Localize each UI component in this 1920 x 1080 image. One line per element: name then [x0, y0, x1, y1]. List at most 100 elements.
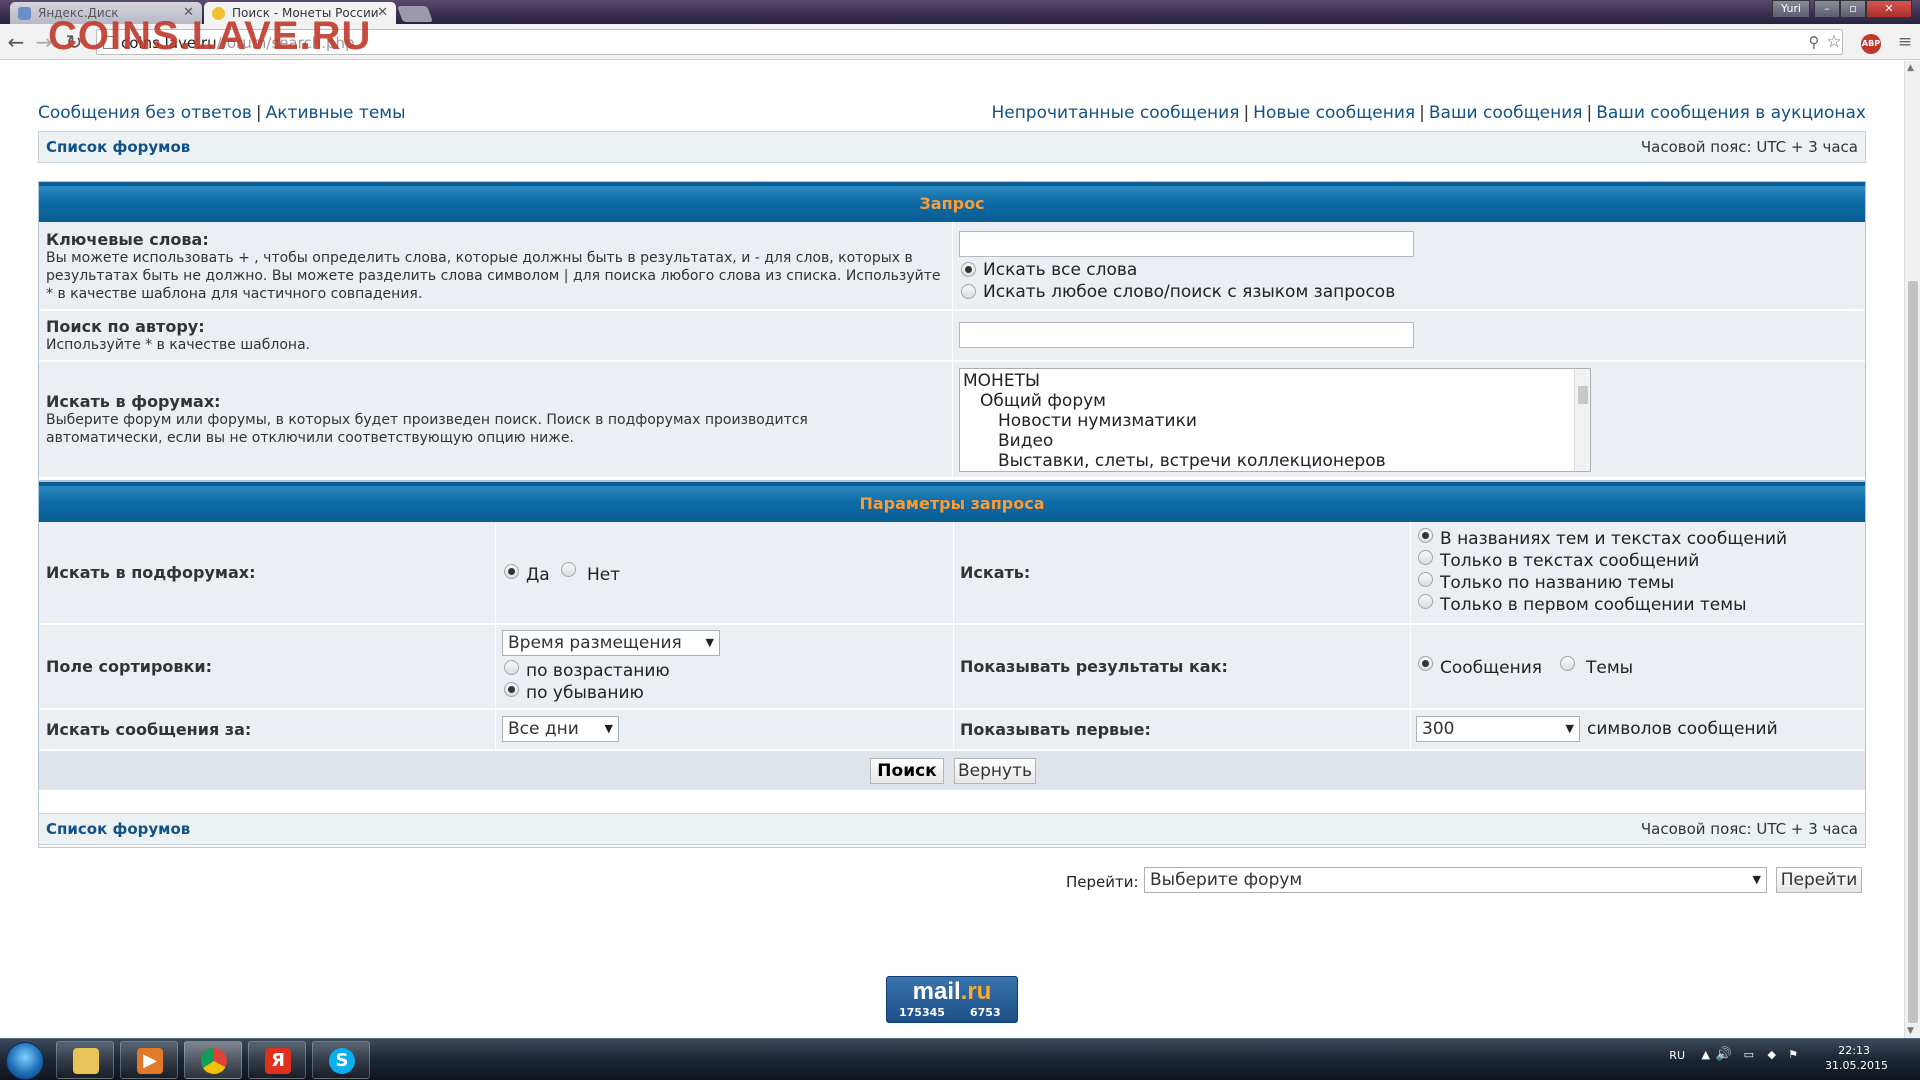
quick-links-right: Непрочитанные сообщения | Новые сообщения |… — [991, 103, 1866, 123]
forum-option[interactable]: Выставки, слеты, встречи коллекционеров — [963, 451, 1587, 471]
link-your-posts[interactable]: Ваши сообщения — [1429, 103, 1583, 123]
period-select[interactable]: Все дни ▼ — [502, 716, 619, 742]
sort-label-cell: Поле сортировки: — [39, 625, 496, 708]
volume-icon[interactable]: 🔊 — [1716, 1047, 1732, 1062]
show-posts-radio[interactable] — [1418, 656, 1433, 671]
forum-listbox[interactable]: МОНЕТЫ Общий форум Новости нумизматики В… — [959, 368, 1591, 472]
link-unanswered[interactable]: Сообщения без ответов — [38, 103, 252, 123]
language-indicator[interactable]: RU — [1669, 1049, 1685, 1062]
terms-any-radio[interactable] — [961, 284, 976, 299]
maximize-button[interactable]: ▫ — [1840, 0, 1866, 18]
new-tab-button[interactable] — [397, 6, 433, 22]
search-in-radio-titles-and-text[interactable] — [1418, 528, 1433, 543]
search-in-radio-first-post[interactable] — [1418, 594, 1433, 609]
forums-desc: Выберите форум или форумы, в которых буд… — [46, 412, 808, 446]
sort-field-select[interactable]: Время размещения ▼ — [502, 630, 720, 656]
sort-desc-label: по убыванию — [526, 683, 644, 703]
keywords-label-cell: Ключевые слова: Вы можете использовать +… — [39, 222, 953, 309]
scroll-down-icon[interactable]: ▼ — [1907, 1026, 1914, 1036]
forum-option[interactable]: Общий форум — [963, 391, 1587, 411]
link-unread[interactable]: Непрочитанные сообщения — [991, 103, 1239, 123]
chevron-down-icon: ▼ — [1752, 873, 1761, 886]
search-in-radio-titles-only[interactable] — [1418, 572, 1433, 587]
network-icon[interactable]: ▭ — [1744, 1048, 1754, 1061]
listbox-scrollbar[interactable] — [1574, 369, 1590, 471]
show-topics-radio[interactable] — [1560, 656, 1575, 671]
chevron-down-icon: ▼ — [705, 636, 714, 649]
taskbar-explorer[interactable] — [56, 1041, 114, 1079]
author-label: Поиск по автору: — [46, 317, 205, 336]
adblock-icon[interactable]: ABP — [1861, 34, 1881, 54]
scroll-thumb[interactable] — [1908, 281, 1918, 1023]
period-label-cell: Искать сообщения за: — [39, 710, 496, 749]
terms-any-label: Искать любое слово/поиск с языком запрос… — [983, 282, 1396, 302]
link-your-auction-posts[interactable]: Ваши сообщения в аукционах — [1596, 103, 1866, 123]
forum-list-link[interactable]: Список форумов — [46, 138, 190, 156]
search-in-option: В названиях тем и текстах сообщений — [1440, 529, 1788, 549]
jump-forum-select[interactable]: Выберите форум ▼ — [1144, 867, 1767, 893]
separator: | — [1243, 103, 1250, 123]
link-new-posts[interactable]: Новые сообщения — [1253, 103, 1415, 123]
jump-button[interactable]: Перейти — [1776, 867, 1862, 893]
author-input[interactable] — [959, 322, 1414, 348]
sort-label: Поле сортировки: — [46, 657, 212, 676]
terms-all-label: Искать все слова — [983, 260, 1138, 280]
play-icon: ▶ — [137, 1048, 163, 1074]
separator: | — [255, 103, 262, 123]
scroll-thumb[interactable] — [1578, 386, 1588, 404]
show-posts-label: Сообщения — [1440, 658, 1543, 678]
column-divider — [1410, 710, 1411, 749]
profile-button[interactable]: Yuri — [1772, 0, 1810, 18]
forums-label: Искать в форумах: — [46, 392, 221, 411]
keywords-input[interactable] — [959, 231, 1414, 257]
forum-option[interactable]: МОНЕТЫ — [963, 371, 1587, 391]
scroll-up-icon[interactable]: ▲ — [1907, 63, 1914, 73]
clock-time[interactable]: 22:13 — [1838, 1044, 1870, 1057]
yandex-icon: Я — [265, 1048, 291, 1074]
subforums-yes-radio[interactable] — [504, 564, 519, 579]
taskbar-media-player[interactable]: ▶ — [120, 1041, 178, 1079]
period-label: Искать сообщения за: — [46, 720, 252, 739]
forum-list-link[interactable]: Список форумов — [46, 820, 190, 838]
search-in-option: Только в текстах сообщений — [1440, 551, 1700, 571]
menu-icon[interactable]: ≡ — [1894, 31, 1916, 53]
dropbox-icon[interactable]: ◆ — [1768, 1048, 1776, 1061]
close-tab-icon[interactable]: ✕ — [377, 2, 388, 24]
mailru-counter[interactable]: mail.ru 175345 6753 — [886, 976, 1018, 1023]
windows-taskbar: ▶ Я S RU ▲ 🔊 ▭ ◆ ⚑ 22:13 31.05.2015 — [0, 1038, 1920, 1080]
forum-option[interactable]: Видео — [963, 431, 1587, 451]
back-arrow-icon[interactable]: ← — [4, 30, 28, 54]
sort-desc-radio[interactable] — [504, 682, 519, 697]
sort-row: Поле сортировки: Время размещения ▼ по в… — [39, 625, 1865, 709]
forum-option[interactable]: Новости нумизматики — [963, 411, 1587, 431]
reset-button[interactable]: Вернуть — [954, 758, 1036, 784]
sort-asc-radio[interactable] — [504, 660, 519, 675]
action-center-flag-icon[interactable]: ⚑ — [1788, 1048, 1798, 1061]
zoom-icon[interactable]: ⚲ — [1803, 31, 1825, 53]
params-panel: Параметры запроса Искать в подфорумах: Д… — [38, 481, 1866, 848]
page-scrollbar[interactable]: ▲ ▼ — [1904, 61, 1920, 1038]
timezone-text: Часовой пояс: UTC + 3 часа — [1640, 820, 1858, 838]
minimize-button[interactable]: – — [1814, 0, 1840, 18]
period-value: Все дни — [508, 719, 579, 739]
taskbar-skype[interactable]: S — [312, 1041, 370, 1079]
yandex-disk-favicon-icon — [18, 7, 31, 20]
folder-icon — [73, 1048, 99, 1074]
close-window-button[interactable]: ✕ — [1866, 0, 1912, 18]
submit-row: Поиск Вернуть — [39, 751, 1865, 791]
terms-all-radio[interactable] — [961, 262, 976, 277]
bookmark-star-icon[interactable]: ☆ — [1823, 31, 1845, 53]
keywords-desc: Вы можете использовать + , чтобы определ… — [46, 250, 941, 302]
link-active-topics[interactable]: Активные темы — [266, 103, 406, 123]
subforums-no-radio[interactable] — [561, 562, 576, 577]
query-header: Запрос — [39, 182, 1865, 222]
start-button[interactable] — [6, 1042, 44, 1080]
clock-date[interactable]: 31.05.2015 — [1825, 1059, 1888, 1072]
taskbar-chrome[interactable] — [184, 1041, 242, 1079]
first-chars-select[interactable]: 300 ▼ — [1416, 716, 1580, 742]
taskbar-yandex[interactable]: Я — [248, 1041, 306, 1079]
mailru-logo: mail.ru — [887, 978, 1017, 1006]
search-button[interactable]: Поиск — [870, 758, 944, 784]
search-in-radio-text-only[interactable] — [1418, 550, 1433, 565]
show-hidden-icons-icon[interactable]: ▲ — [1702, 1048, 1710, 1061]
